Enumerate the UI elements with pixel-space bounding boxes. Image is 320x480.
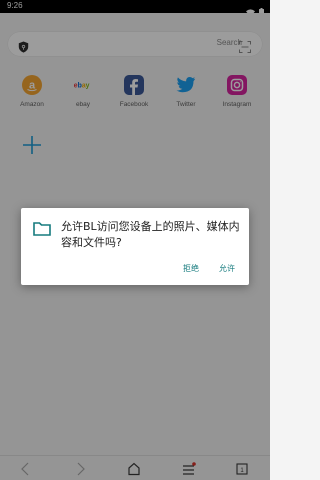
permission-message: 允许BL访问您设备上的照片、媒体内容和文件吗? xyxy=(61,220,240,249)
allow-button[interactable]: 允许 xyxy=(219,263,235,274)
folder-icon xyxy=(33,221,51,240)
deny-button[interactable]: 拒绝 xyxy=(183,263,199,274)
permission-dialog: 允许BL访问您设备上的照片、媒体内容和文件吗? 拒绝 允许 xyxy=(21,208,249,285)
